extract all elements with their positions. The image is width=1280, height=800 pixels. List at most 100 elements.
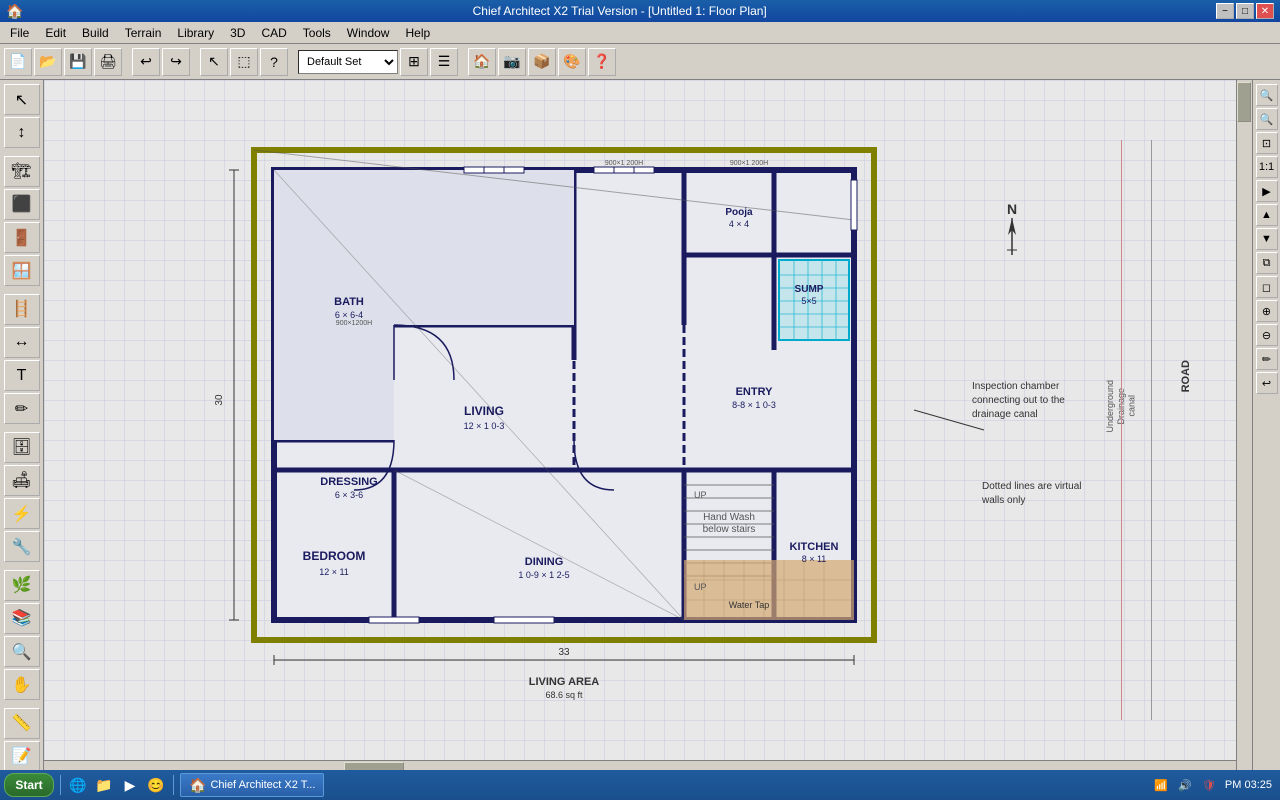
notes-tool[interactable]: 📝 [4, 741, 40, 772]
menu-help[interactable]: Help [397, 24, 438, 42]
measure-tool[interactable]: 📏 [4, 708, 40, 739]
save-button[interactable]: 💾 [64, 48, 92, 76]
window-controls: − □ ✕ [1216, 3, 1274, 19]
door-tool[interactable]: 🚪 [4, 222, 40, 253]
zoom-100-button[interactable]: 1:1 [1256, 156, 1278, 178]
print-button[interactable]: 🖨 [94, 48, 122, 76]
taskbar-user-icon[interactable]: 😊 [145, 774, 167, 796]
rt-tool1[interactable]: ⧉ [1256, 252, 1278, 274]
menu-3d[interactable]: 3D [222, 24, 253, 42]
draw-tool[interactable]: ✏ [4, 393, 40, 424]
taskbar-security-icon[interactable]: 🛡 [1201, 777, 1217, 793]
new-button[interactable]: 📄 [4, 48, 32, 76]
rt-tool2[interactable]: ◻ [1256, 276, 1278, 298]
rt-tool5[interactable]: ✏ [1256, 348, 1278, 370]
select-tool[interactable]: ↖ [4, 84, 40, 115]
taskbar-explorer-icon[interactable]: 📁 [93, 774, 115, 796]
render-button[interactable]: 🎨 [558, 48, 586, 76]
help-btn[interactable]: ❓ [588, 48, 616, 76]
dim-tool[interactable]: ↔ [4, 327, 40, 358]
right-toolbar: 🔍 🔍 ⊡ 1:1 ▶ ▲ ▼ ⧉ ◻ ⊕ ⊖ ✏ ↩ [1252, 80, 1280, 776]
zoom-out-button[interactable]: 🔍 [1256, 108, 1278, 130]
redo-button[interactable]: ↪ [162, 48, 190, 76]
room-tool[interactable]: ⬛ [4, 189, 40, 220]
maximize-button[interactable]: □ [1236, 3, 1254, 19]
fit-button[interactable]: ⊡ [1256, 132, 1278, 154]
main-toolbar: 📄 📂 💾 🖨 ↩ ↪ ↖ ⬚ ? Default Set ⊞ ☰ 🏠 📷 📦 … [0, 44, 1280, 80]
taskbar-ie-icon[interactable]: 🌐 [67, 774, 89, 796]
rt-tool3[interactable]: ⊕ [1256, 300, 1278, 322]
zoom-in-button[interactable]: 🔍 [1256, 84, 1278, 106]
canvas-area[interactable]: BATH 6 × 6-4 DRESSING 6 × 3-6 LIVING 12 … [44, 80, 1252, 776]
close-button[interactable]: ✕ [1256, 3, 1274, 19]
taskbar-app-button[interactable]: 🏠 Chief Architect X2 T... [180, 773, 324, 797]
menu-library[interactable]: Library [169, 24, 222, 42]
svg-text:68.6 sq ft: 68.6 sq ft [545, 690, 583, 700]
svg-text:SUMP: SUMP [795, 284, 824, 295]
menu-edit[interactable]: Edit [37, 24, 74, 42]
svg-text:Water Tap: Water Tap [729, 600, 770, 610]
furniture-tool[interactable]: 🛋 [4, 465, 40, 496]
svg-text:DRESSING: DRESSING [320, 476, 377, 488]
rt-tool6[interactable]: ↩ [1256, 372, 1278, 394]
tool3-button[interactable]: ⊞ [400, 48, 428, 76]
road-boundary-line [1151, 140, 1152, 720]
terrain-tool[interactable]: 🌿 [4, 570, 40, 601]
title-bar: 🏠 Chief Architect X2 Trial Version - [Un… [0, 0, 1280, 22]
svg-text:8-8 × 1 0-3: 8-8 × 1 0-3 [732, 400, 776, 410]
svg-text:4 × 4: 4 × 4 [729, 219, 749, 229]
library-tool[interactable]: 📚 [4, 603, 40, 634]
start-button[interactable]: Start [4, 773, 54, 797]
arrow-tool[interactable]: ↕ [4, 117, 40, 148]
camera-button[interactable]: 📷 [498, 48, 526, 76]
minimize-button[interactable]: − [1216, 3, 1234, 19]
tool2-button[interactable]: ? [260, 48, 288, 76]
svg-text:900×1 200H: 900×1 200H [730, 160, 768, 167]
electric-tool[interactable]: ⚡ [4, 498, 40, 529]
svg-text:5×5: 5×5 [801, 296, 816, 306]
open-button[interactable]: 📂 [34, 48, 62, 76]
view3d-button[interactable]: 📦 [528, 48, 556, 76]
undo-button[interactable]: ↩ [132, 48, 160, 76]
pan-up-button[interactable]: ▲ [1256, 204, 1278, 226]
zoom-tool[interactable]: 🔍 [4, 636, 40, 667]
stair-tool[interactable]: 🪜 [4, 294, 40, 325]
svg-text:KITCHEN: KITCHEN [790, 541, 839, 553]
pan-tool[interactable]: ✋ [4, 669, 40, 700]
menu-window[interactable]: Window [339, 24, 398, 42]
svg-text:900×1200H: 900×1200H [336, 320, 372, 327]
wall-tool[interactable]: 🏗 [4, 156, 40, 187]
select-button[interactable]: ↖ [200, 48, 228, 76]
road-label: ROAD [1180, 360, 1192, 392]
svg-text:30: 30 [214, 394, 225, 406]
svg-text:UP: UP [694, 490, 707, 500]
road-inner-line [1121, 140, 1122, 720]
window-tool[interactable]: 🪟 [4, 255, 40, 286]
plumb-tool[interactable]: 🔧 [4, 531, 40, 562]
app-icon: 🏠 [6, 3, 23, 20]
taskbar-speaker-icon[interactable]: 🔊 [1177, 777, 1193, 793]
text-tool[interactable]: T [4, 360, 40, 391]
cabinet-tool[interactable]: 🗄 [4, 432, 40, 463]
rt-tool4[interactable]: ⊖ [1256, 324, 1278, 346]
taskbar-app-label: Chief Architect X2 T... [210, 779, 315, 791]
tool1-button[interactable]: ⬚ [230, 48, 258, 76]
pan-right-button[interactable]: ▶ [1256, 180, 1278, 202]
menu-terrain[interactable]: Terrain [117, 24, 170, 42]
pan-down-button[interactable]: ▼ [1256, 228, 1278, 250]
layer-dropdown[interactable]: Default Set [298, 50, 398, 74]
taskbar-media-icon[interactable]: ▶ [119, 774, 141, 796]
svg-text:Hand Wash: Hand Wash [703, 512, 755, 523]
menu-file[interactable]: File [2, 24, 37, 42]
left-toolbar: ↖ ↕ 🏗 ⬛ 🚪 🪟 🪜 ↔ T ✏ 🗄 🛋 ⚡ 🔧 🌿 📚 🔍 ✋ 📏 📝 [0, 80, 44, 776]
menu-build[interactable]: Build [74, 24, 117, 42]
scroll-v-thumb[interactable] [1237, 82, 1251, 122]
svg-text:12 × 11: 12 × 11 [319, 567, 349, 577]
menu-tools[interactable]: Tools [295, 24, 339, 42]
scroll-v-track[interactable] [1236, 80, 1252, 776]
floor-plan-button[interactable]: 🏠 [468, 48, 496, 76]
tool4-button[interactable]: ☰ [430, 48, 458, 76]
svg-text:N: N [1007, 201, 1017, 217]
taskbar-network-icon[interactable]: 📶 [1153, 777, 1169, 793]
menu-cad[interactable]: CAD [253, 24, 294, 42]
